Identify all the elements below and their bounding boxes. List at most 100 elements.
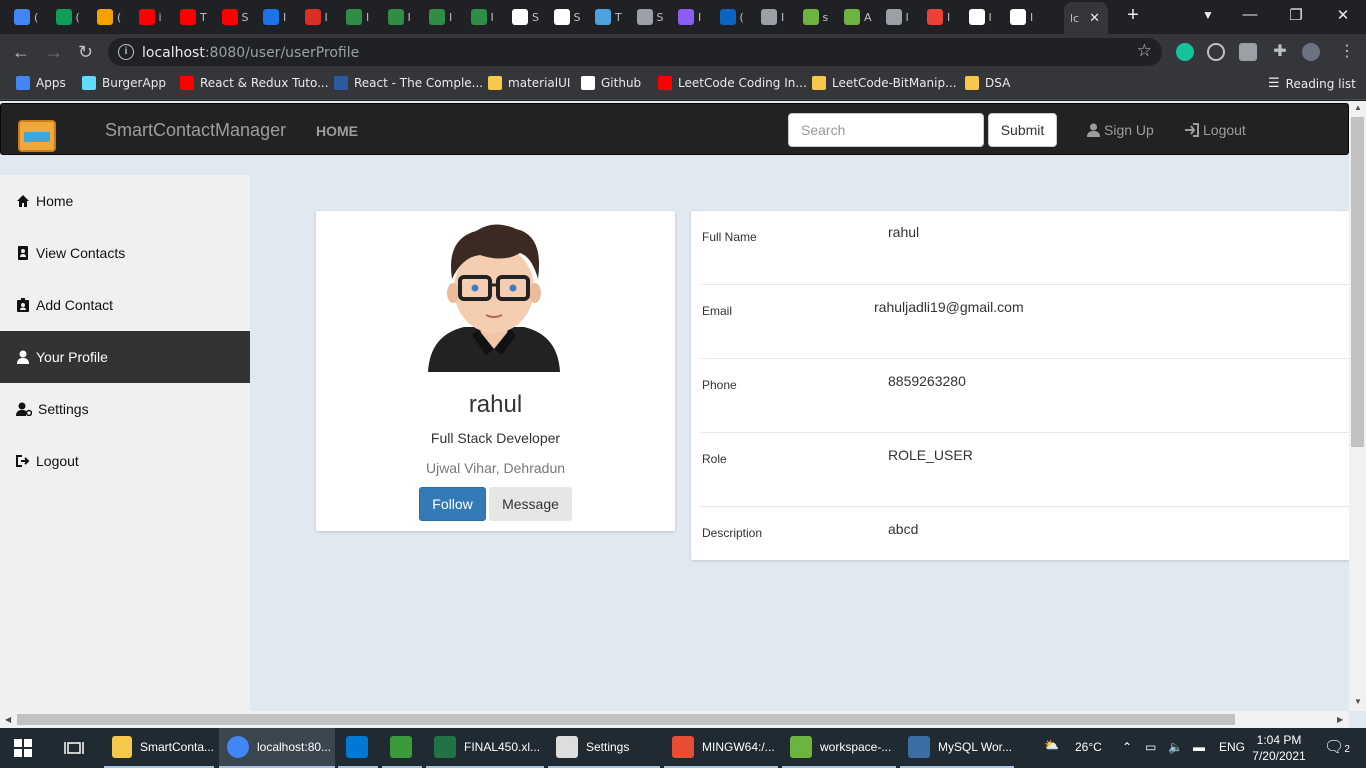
browser-tab[interactable]: I [755, 4, 790, 30]
browser-tab[interactable]: I [880, 4, 915, 30]
nav-home-link[interactable]: HOME [316, 123, 358, 139]
weather-icon[interactable]: ⛅ [1044, 738, 1059, 752]
browser-tab[interactable]: s [797, 4, 835, 30]
bookmark-star-icon[interactable]: ☆ [1137, 41, 1152, 61]
sidebar-item-settings[interactable]: Settings [0, 383, 250, 435]
vertical-scrollbar[interactable]: ▲ ▼ [1349, 101, 1366, 711]
browser-tab[interactable]: I [299, 4, 334, 30]
taskbar-app[interactable]: localhost:80... [219, 728, 335, 768]
browser-tab[interactable]: I [465, 4, 500, 30]
browser-tab[interactable]: S [216, 4, 255, 30]
profile-avatar-icon[interactable] [1302, 43, 1320, 61]
browser-tab[interactable]: ( [714, 4, 750, 30]
bookmark-item[interactable]: BurgerApp [82, 76, 166, 90]
scroll-down-arrow[interactable]: ▼ [1354, 697, 1362, 706]
forward-icon[interactable]: → [45, 41, 63, 63]
browser-tab[interactable]: S [506, 4, 545, 30]
taskbar-clock[interactable]: 1:04 PM 7/20/2021 [1248, 732, 1310, 764]
browser-tab[interactable]: I [340, 4, 375, 30]
back-icon[interactable]: ← [12, 41, 30, 63]
browser-tab[interactable]: S [631, 4, 670, 30]
language-indicator[interactable]: ENG [1219, 740, 1245, 754]
bookmark-item[interactable]: Apps [16, 76, 66, 90]
horizontal-scrollbar[interactable]: ◀ ▶ [0, 711, 1349, 728]
taskbar-app[interactable]: SmartConta... [104, 728, 214, 768]
vertical-scroll-thumb[interactable] [1351, 117, 1364, 447]
search-input[interactable] [788, 113, 984, 147]
grammarly-extension-icon[interactable] [1176, 43, 1194, 61]
browser-tab[interactable]: ( [50, 4, 86, 30]
taskbar-app[interactable]: FINAL450.xl... [426, 728, 544, 768]
active-tab[interactable]: lc ✕ [1064, 2, 1108, 34]
browser-tab[interactable]: I [921, 4, 956, 30]
puzzle-extensions-icon[interactable]: ✚ [1271, 43, 1289, 61]
sidebar-item-add-contact[interactable]: Add Contact [0, 279, 250, 331]
task-view-button[interactable] [56, 728, 96, 768]
taskbar-app[interactable]: MINGW64:/... [664, 728, 778, 768]
browser-tab[interactable]: i [133, 4, 168, 30]
browser-tab[interactable]: S [548, 4, 587, 30]
scroll-right-arrow[interactable]: ▶ [1337, 715, 1343, 724]
bookmark-item[interactable]: Github [581, 76, 641, 90]
taskbar-app[interactable] [382, 728, 422, 768]
bookmark-item[interactable]: DSA [965, 76, 1010, 90]
tray-overflow-icon[interactable]: ⌃ [1122, 740, 1132, 754]
start-button[interactable] [6, 728, 42, 768]
close-tab-icon[interactable]: ✕ [1089, 10, 1100, 26]
sidebar-item-your-profile[interactable]: Your Profile [0, 331, 250, 383]
taskbar-app[interactable]: workspace-... [782, 728, 896, 768]
new-tab-icon[interactable]: + [1110, 4, 1156, 27]
scroll-up-arrow[interactable]: ▲ [1354, 103, 1362, 112]
notifications-icon[interactable]: 🗨2 [1324, 737, 1350, 757]
brand-logo-icon[interactable] [18, 120, 56, 152]
bookmark-item[interactable]: React & Redux Tuto... [180, 76, 329, 90]
browser-tab[interactable]: I [423, 4, 458, 30]
bookmark-label: React - The Comple... [354, 76, 484, 90]
restore-icon[interactable]: ❐ [1273, 6, 1319, 24]
bookmark-item[interactable]: LeetCode Coding In... [658, 76, 807, 90]
sidebar-item-view-contacts[interactable]: View Contacts [0, 227, 250, 279]
message-button[interactable]: Message [489, 487, 572, 521]
network-icon[interactable]: ▭ [1145, 740, 1156, 754]
browser-tab[interactable]: A [838, 4, 878, 30]
submit-button[interactable]: Submit [988, 113, 1057, 147]
horizontal-scroll-thumb[interactable] [17, 714, 1235, 725]
taskbar-app[interactable]: MySQL Wor... [900, 728, 1014, 768]
scroll-left-arrow[interactable]: ◀ [5, 715, 11, 724]
follow-button[interactable]: Follow [419, 487, 486, 521]
browser-tab[interactable]: T [589, 4, 628, 30]
bookmark-item[interactable]: materialUI [488, 76, 570, 90]
browser-tab[interactable]: I [672, 4, 707, 30]
bookmark-item[interactable]: LeetCode-BitManip... [812, 76, 957, 90]
react-devtools-icon[interactable] [1207, 43, 1225, 61]
browser-tab[interactable]: I [1004, 4, 1039, 30]
minimize-icon[interactable]: — [1227, 6, 1273, 23]
sidebar-item-logout[interactable]: Logout [0, 435, 250, 487]
brand-name[interactable]: SmartContactManager [105, 120, 286, 141]
taskbar-app[interactable]: Settings [548, 728, 660, 768]
reload-icon[interactable]: ↻ [78, 41, 93, 63]
browser-tab[interactable]: I [963, 4, 998, 30]
browser-tab[interactable]: I [257, 4, 292, 30]
sidebar-item-home[interactable]: Home [0, 175, 250, 227]
url-text[interactable]: localhost:8080/user/userProfile [142, 45, 359, 61]
browser-tab[interactable]: ( [8, 4, 44, 30]
taskbar-app-icon [227, 736, 249, 758]
browser-tab[interactable]: I [382, 4, 417, 30]
tab-search-icon[interactable]: ▼ [1185, 8, 1231, 22]
weather-temp[interactable]: 26°C [1075, 740, 1102, 754]
browser-tab[interactable]: T [174, 4, 213, 30]
taskbar-app[interactable] [338, 728, 378, 768]
volume-icon[interactable]: 🔈 [1168, 740, 1183, 754]
signup-link[interactable]: Sign Up [1087, 122, 1154, 138]
address-bar[interactable]: i localhost:8080/user/userProfile ☆ [108, 38, 1162, 66]
close-window-icon[interactable]: ✕ [1320, 6, 1366, 24]
logout-link[interactable]: Logout [1185, 122, 1246, 138]
bookmark-item[interactable]: React - The Comple... [334, 76, 483, 90]
reading-list[interactable]: ☰ Reading list [1268, 76, 1356, 91]
chrome-menu-icon[interactable]: ⋮ [1338, 43, 1356, 61]
browser-tab[interactable]: ( [91, 4, 127, 30]
site-info-icon[interactable]: i [118, 44, 134, 60]
extension-icon[interactable] [1239, 43, 1257, 61]
battery-icon[interactable]: ▬ [1193, 740, 1205, 754]
